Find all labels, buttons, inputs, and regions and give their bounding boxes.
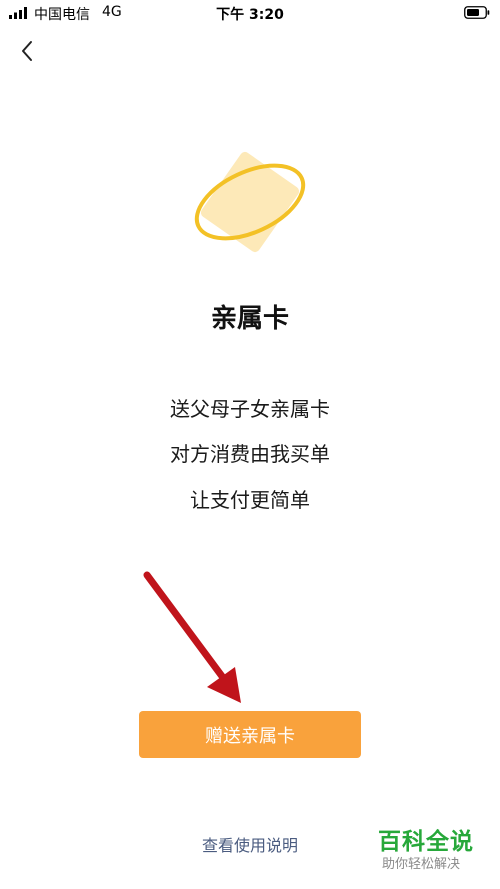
back-button[interactable] <box>12 36 42 66</box>
description-line: 让支付更简单 <box>190 488 310 512</box>
chevron-left-icon <box>22 41 32 61</box>
watermark-slogan: 助你轻松解决 <box>382 857 461 872</box>
description-line: 对方消费由我买单 <box>170 442 330 466</box>
card-ring-icon <box>194 151 306 253</box>
annotation-arrow-icon <box>143 571 241 703</box>
clock: 下午 3:20 <box>216 7 284 23</box>
description-line: 送父母子女亲属卡 <box>170 397 330 421</box>
gift-family-card-button[interactable]: 赠送亲属卡 <box>139 711 361 758</box>
battery-icon <box>464 6 490 19</box>
page-title: 亲属卡 <box>210 304 289 334</box>
status-bar: 中国电信 4G 下午 3:20 <box>0 0 500 26</box>
watermark-logo: 百科全说 助你轻松解决 <box>378 828 490 874</box>
watermark-brand: 百科全说 <box>378 829 474 855</box>
